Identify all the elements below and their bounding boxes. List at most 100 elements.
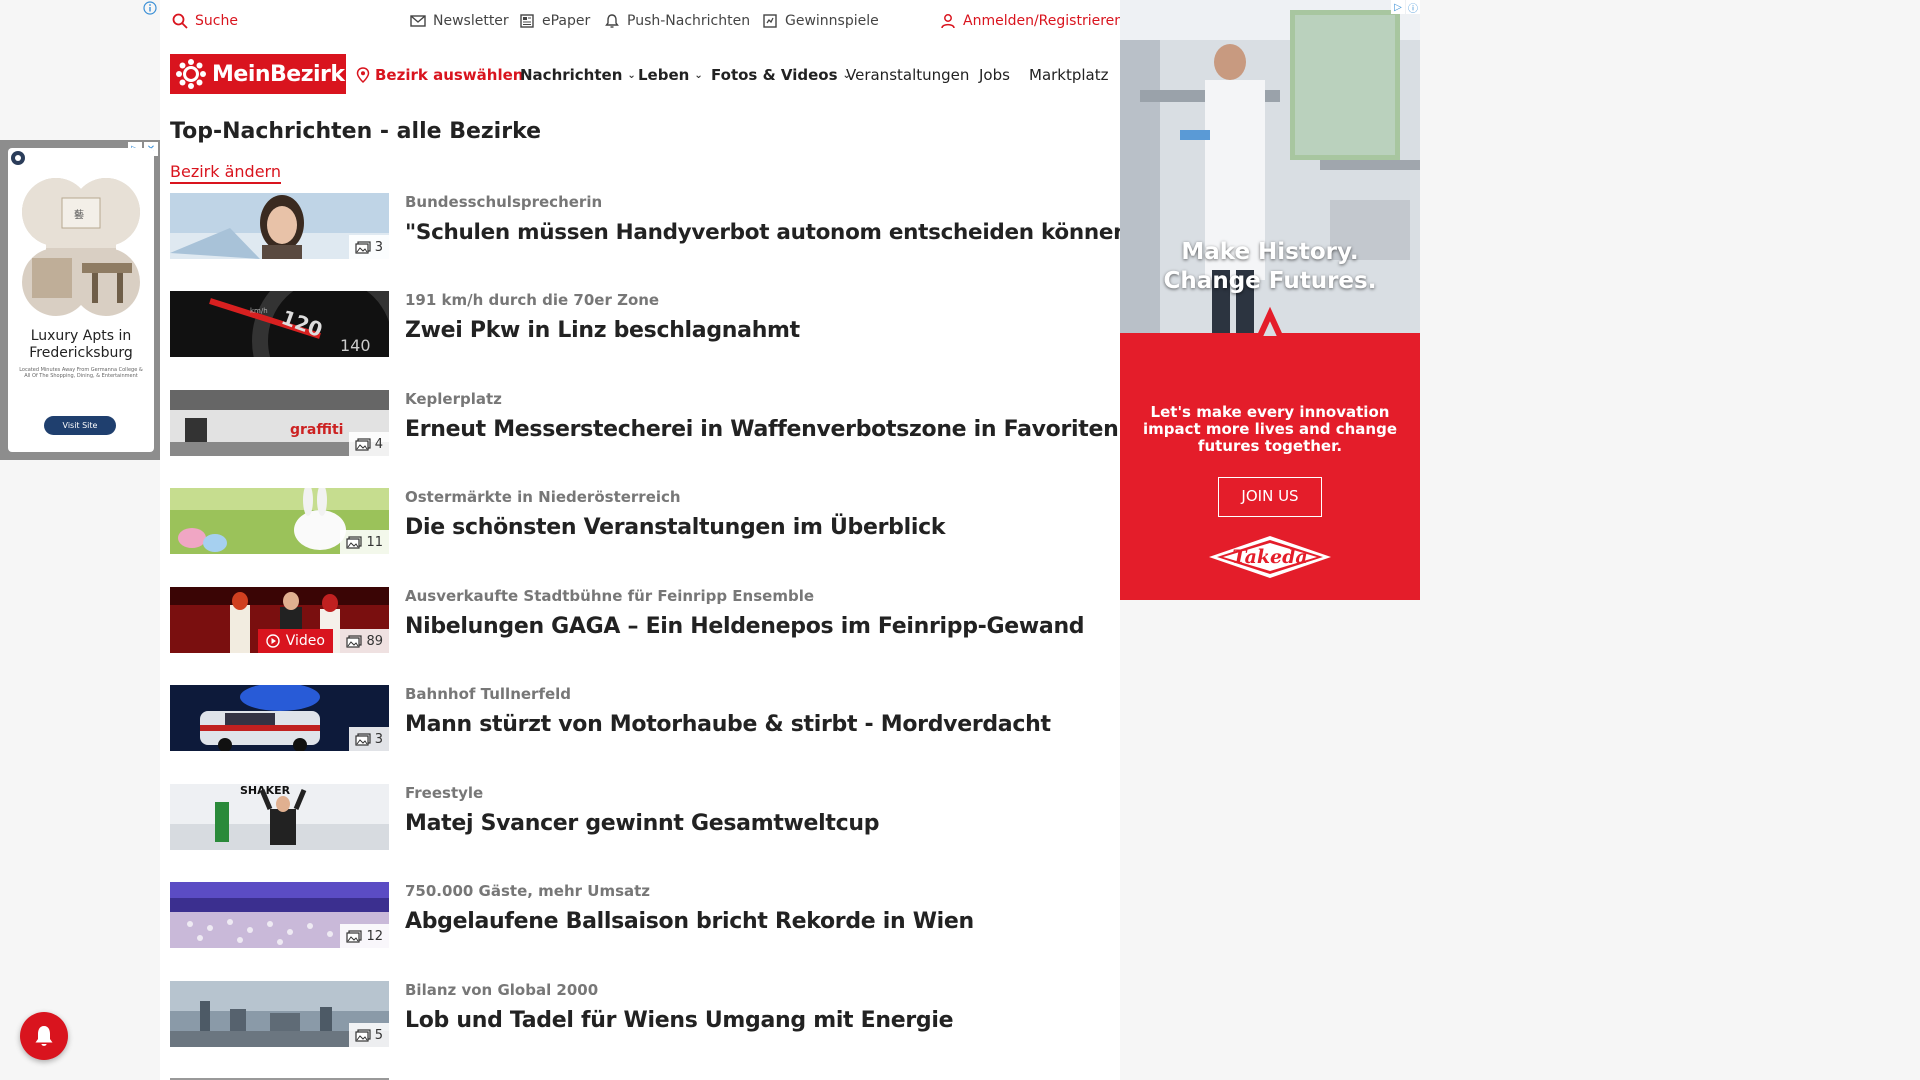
article-kicker: Ausverkaufte Stadtbühne für Feinripp Ens… xyxy=(405,587,815,605)
mail-icon xyxy=(410,15,426,27)
logo-sun-icon xyxy=(176,59,206,89)
photo-count: 3 xyxy=(374,731,383,747)
main-column: Suche Newsletter ePaper Push-Nachrichten… xyxy=(160,0,1260,1080)
ad-controls[interactable]: ▷ ⓘ xyxy=(1391,0,1420,15)
video-badge[interactable]: Video xyxy=(257,629,333,653)
article-thumbnail[interactable]: 11 xyxy=(170,488,389,554)
article-kicker: Freestyle xyxy=(405,784,484,802)
article-thumbnail[interactable]: 12 xyxy=(170,882,389,948)
ad-headline-line2: Change Futures. xyxy=(1163,268,1377,294)
article-headline[interactable]: Abgelaufene Ballsaison bricht Rekorde in… xyxy=(405,909,974,934)
photo-count-badge: 3 xyxy=(348,235,389,259)
left-ad-card[interactable]: 藝 Luxury Apts in Fredericksburg Located … xyxy=(8,148,154,452)
article-thumbnail[interactable]: SHAKER xyxy=(170,784,389,850)
change-district-link[interactable]: Bezirk ändern xyxy=(170,162,281,184)
article-item[interactable]: 12 750.000 Gäste, mehr Umsatz Abgelaufen… xyxy=(170,882,1115,948)
article-headline[interactable]: Nibelungen GAGA – Ein Heldenepos im Fein… xyxy=(405,614,1085,639)
gallery-icon xyxy=(355,732,371,746)
svg-text:藝: 藝 xyxy=(74,208,84,221)
gallery-icon xyxy=(346,535,363,549)
notification-bell-button[interactable] xyxy=(20,1012,68,1060)
article-item[interactable]: 5 Bilanz von Global 2000 Lob und Tadel f… xyxy=(170,981,1115,1047)
article-thumbnail[interactable]: Video 89 xyxy=(170,587,389,653)
takeda-logo[interactable]: Takeda xyxy=(1205,533,1335,581)
search-icon xyxy=(172,13,188,29)
nav-item-leben[interactable]: Leben ⌄ xyxy=(638,66,703,84)
article-kicker: 191 km/h durch die 70er Zone xyxy=(405,291,660,309)
adchoices-icon[interactable]: ▷ xyxy=(1391,0,1405,14)
article-item[interactable]: Video 89 Ausverkaufte Stadtbühne für Fei… xyxy=(170,587,1115,653)
ad-copy: Let's make every innovation impact more … xyxy=(1142,403,1398,455)
right-sidebar-ad[interactable]: ▷ ⓘ Make History. Change Futures. Let's … xyxy=(1120,0,1420,600)
district-select-label: Bezirk auswählen xyxy=(375,66,524,84)
article-headline[interactable]: Mann stürzt von Motorhaube & stirbt - Mo… xyxy=(405,712,1051,737)
article-item[interactable]: 3 Bahnhof Tullnerfeld Mann stürzt von Mo… xyxy=(170,685,1115,751)
user-icon xyxy=(941,14,955,29)
games-link[interactable]: Gewinnspiele xyxy=(762,13,879,29)
article-headline[interactable]: Matej Svancer gewinnt Gesamtweltcup xyxy=(405,811,880,836)
nav-item-jobs[interactable]: Jobs xyxy=(979,66,1010,84)
apartment-image: 藝 xyxy=(22,178,140,316)
logo-text: MeinBezirk xyxy=(212,61,345,87)
article-item[interactable]: 3 Bundesschulsprecherin "Schulen müssen … xyxy=(170,193,1139,259)
nav-item-nachrichten[interactable]: Nachrichten ⌄ xyxy=(520,66,636,84)
article-item[interactable]: graffiti 4 Keplerplatz Erneut Messerstec… xyxy=(170,390,1119,456)
epaper-label: ePaper xyxy=(542,13,591,29)
nav-item-marktplatz[interactable]: Marktplatz xyxy=(1029,66,1109,84)
photo-count: 3 xyxy=(374,239,383,255)
push-notifications-link[interactable]: Push-Nachrichten xyxy=(604,13,750,29)
speedometer-photo: 120 140 km/h xyxy=(170,291,389,357)
left-sidebar-ad[interactable]: ▷ ✕ 藝 xyxy=(0,140,160,460)
article-headline[interactable]: Zwei Pkw in Linz beschlagnahmt xyxy=(405,318,800,343)
ad-info-icon[interactable]: ⓘ xyxy=(1406,0,1420,15)
photo-count-badge: 3 xyxy=(348,727,389,751)
photo-count: 4 xyxy=(374,436,383,452)
article-headline[interactable]: Die schönsten Veranstaltungen im Überbli… xyxy=(405,515,945,540)
newsletter-link[interactable]: Newsletter xyxy=(410,13,509,29)
photo-count-badge: 89 xyxy=(340,629,389,653)
article-headline[interactable]: Erneut Messerstecherei in Waffenverbotsz… xyxy=(405,417,1119,442)
nav-item-label: Veranstaltungen xyxy=(846,66,970,84)
article-kicker: Keplerplatz xyxy=(405,390,502,408)
article-thumbnail[interactable]: 3 xyxy=(170,685,389,751)
join-us-button[interactable]: JOIN US xyxy=(1218,477,1322,517)
nav-item-label: Leben xyxy=(638,66,690,84)
visit-site-button[interactable]: Visit Site xyxy=(44,416,116,435)
article-kicker: Bilanz von Global 2000 xyxy=(405,981,599,999)
video-label: Video xyxy=(285,633,325,649)
photo-count: 11 xyxy=(366,534,383,550)
article-item[interactable]: SHAKER Freestyle Matej Svancer gewinnt G… xyxy=(170,784,1115,850)
login-link[interactable]: Anmelden/Registrieren xyxy=(940,13,1123,29)
article-thumbnail[interactable]: graffiti 4 xyxy=(170,390,389,456)
search-label: Suche xyxy=(195,13,238,29)
article-thumbnail[interactable]: 3 xyxy=(170,193,389,259)
utility-bar: Suche Newsletter ePaper Push-Nachrichten… xyxy=(160,0,1123,46)
nav-item-veranstaltungen[interactable]: Veranstaltungen xyxy=(846,66,969,84)
article-item[interactable]: 11 Ostermärkte in Niederösterreich Die s… xyxy=(170,488,1115,554)
laboratory-photo xyxy=(1120,0,1420,378)
gallery-icon xyxy=(355,1028,371,1042)
nav-item-fotos-videos[interactable]: Fotos & Videos ⌄ xyxy=(711,66,851,84)
search-link[interactable]: Suche xyxy=(172,13,238,29)
article-headline[interactable]: Lob und Tadel für Wiens Umgang mit Energ… xyxy=(405,1008,954,1033)
district-select-link[interactable]: Bezirk auswählen xyxy=(356,66,523,84)
article-thumbnail[interactable]: 5 xyxy=(170,981,389,1047)
article-headline[interactable]: "Schulen müssen Handyverbot autonom ents… xyxy=(405,220,1139,245)
chevron-down-icon: ⌄ xyxy=(627,69,636,81)
photo-count: 89 xyxy=(366,633,383,649)
photo-count-badge: 12 xyxy=(340,924,389,948)
article-kicker: Bahnhof Tullnerfeld xyxy=(405,685,572,703)
article-thumbnail[interactable]: 120 140 km/h xyxy=(170,291,389,357)
left-ad-title[interactable]: Luxury Apts in Fredericksburg xyxy=(8,328,154,362)
bell-icon xyxy=(605,14,619,28)
meinbezirk-logo[interactable]: MeinBezirk xyxy=(170,54,346,94)
gallery-icon xyxy=(346,634,363,648)
article-item[interactable]: 120 140 km/h 191 km/h durch die 70er Zon… xyxy=(170,291,1115,357)
photo-count-badge: 4 xyxy=(348,432,389,456)
ad-info-icon[interactable] xyxy=(143,1,157,15)
gallery-icon xyxy=(346,929,363,943)
epaper-link[interactable]: ePaper xyxy=(519,13,590,29)
gallery-icon xyxy=(355,437,371,451)
article-kicker: Bundesschulsprecherin xyxy=(405,193,603,211)
newspaper-icon xyxy=(520,14,534,28)
